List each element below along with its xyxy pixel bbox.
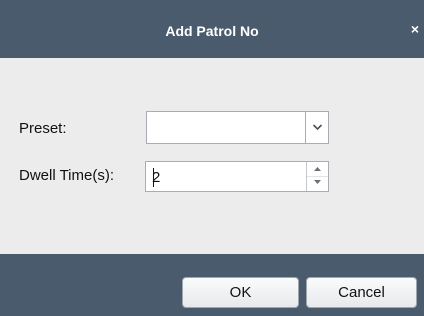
preset-select[interactable] (146, 111, 329, 144)
cancel-button[interactable]: Cancel (306, 277, 417, 308)
dwell-time-label: Dwell Time(s): (19, 167, 115, 184)
dwell-time-input[interactable] (152, 167, 302, 187)
select-divider (305, 112, 306, 143)
close-icon[interactable]: × (409, 21, 421, 37)
spin-down-icon[interactable] (307, 176, 328, 190)
spin-up-icon[interactable] (307, 162, 328, 177)
text-caret (153, 168, 154, 187)
ok-button[interactable]: OK (182, 277, 299, 308)
add-patrol-dialog: Add Patrol No × Preset: Dwell Time(s): 2… (0, 0, 424, 316)
chevron-down-icon[interactable] (307, 112, 328, 143)
dialog-body (0, 58, 424, 254)
dialog-title: Add Patrol No (165, 23, 259, 39)
spin-buttons (306, 162, 328, 191)
preset-label: Preset: (19, 120, 67, 137)
dwell-time-stepper[interactable] (145, 161, 329, 192)
title-bar: Add Patrol No × (0, 0, 424, 58)
